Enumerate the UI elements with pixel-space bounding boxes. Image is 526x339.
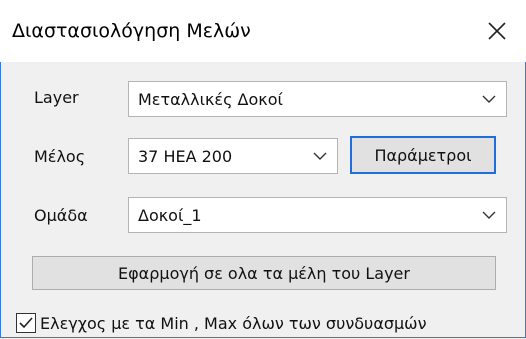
member-dropdown-arrow[interactable]: [303, 139, 337, 173]
title-bar[interactable]: Διαστασιολόγηση Μελών: [0, 0, 526, 62]
group-label: Ομάδα: [34, 206, 88, 225]
close-button[interactable]: [480, 14, 514, 48]
layer-select-value: Μεταλλικές Δοκοί: [138, 89, 283, 109]
minmax-checkbox[interactable]: [16, 313, 36, 333]
layer-dropdown-arrow[interactable]: [472, 82, 506, 116]
close-icon: [488, 22, 506, 40]
window-title: Διαστασιολόγηση Μελών: [12, 20, 251, 42]
minmax-check-row[interactable]: Ελεγχος με τα Min , Max όλων των συνδυασ…: [16, 310, 427, 336]
layer-label: Layer: [34, 88, 79, 107]
member-label: Μέλος: [34, 147, 86, 166]
chevron-down-icon: [313, 152, 327, 160]
chevron-down-icon: [482, 211, 496, 219]
parameters-button[interactable]: Παράμετροι: [350, 136, 496, 174]
checkmark-icon: [19, 317, 33, 329]
group-dropdown-arrow[interactable]: [472, 198, 506, 232]
member-select-value: 37 HEA 200: [138, 146, 233, 166]
layer-select[interactable]: Μεταλλικές Δοκοί: [128, 81, 507, 117]
group-select-value: Δοκοί_1: [138, 205, 202, 225]
group-select[interactable]: Δοκοί_1: [128, 197, 507, 233]
apply-to-all-button[interactable]: Εφαρμογή σε ολα τα μέλη του Layer: [32, 256, 496, 290]
minmax-checkbox-label: Ελεγχος με τα Min , Max όλων των συνδυασ…: [40, 313, 427, 333]
member-select[interactable]: 37 HEA 200: [128, 138, 338, 174]
chevron-down-icon: [482, 95, 496, 103]
dialog-window: Διαστασιολόγηση Μελών Layer Μεταλλικές Δ…: [0, 0, 526, 339]
